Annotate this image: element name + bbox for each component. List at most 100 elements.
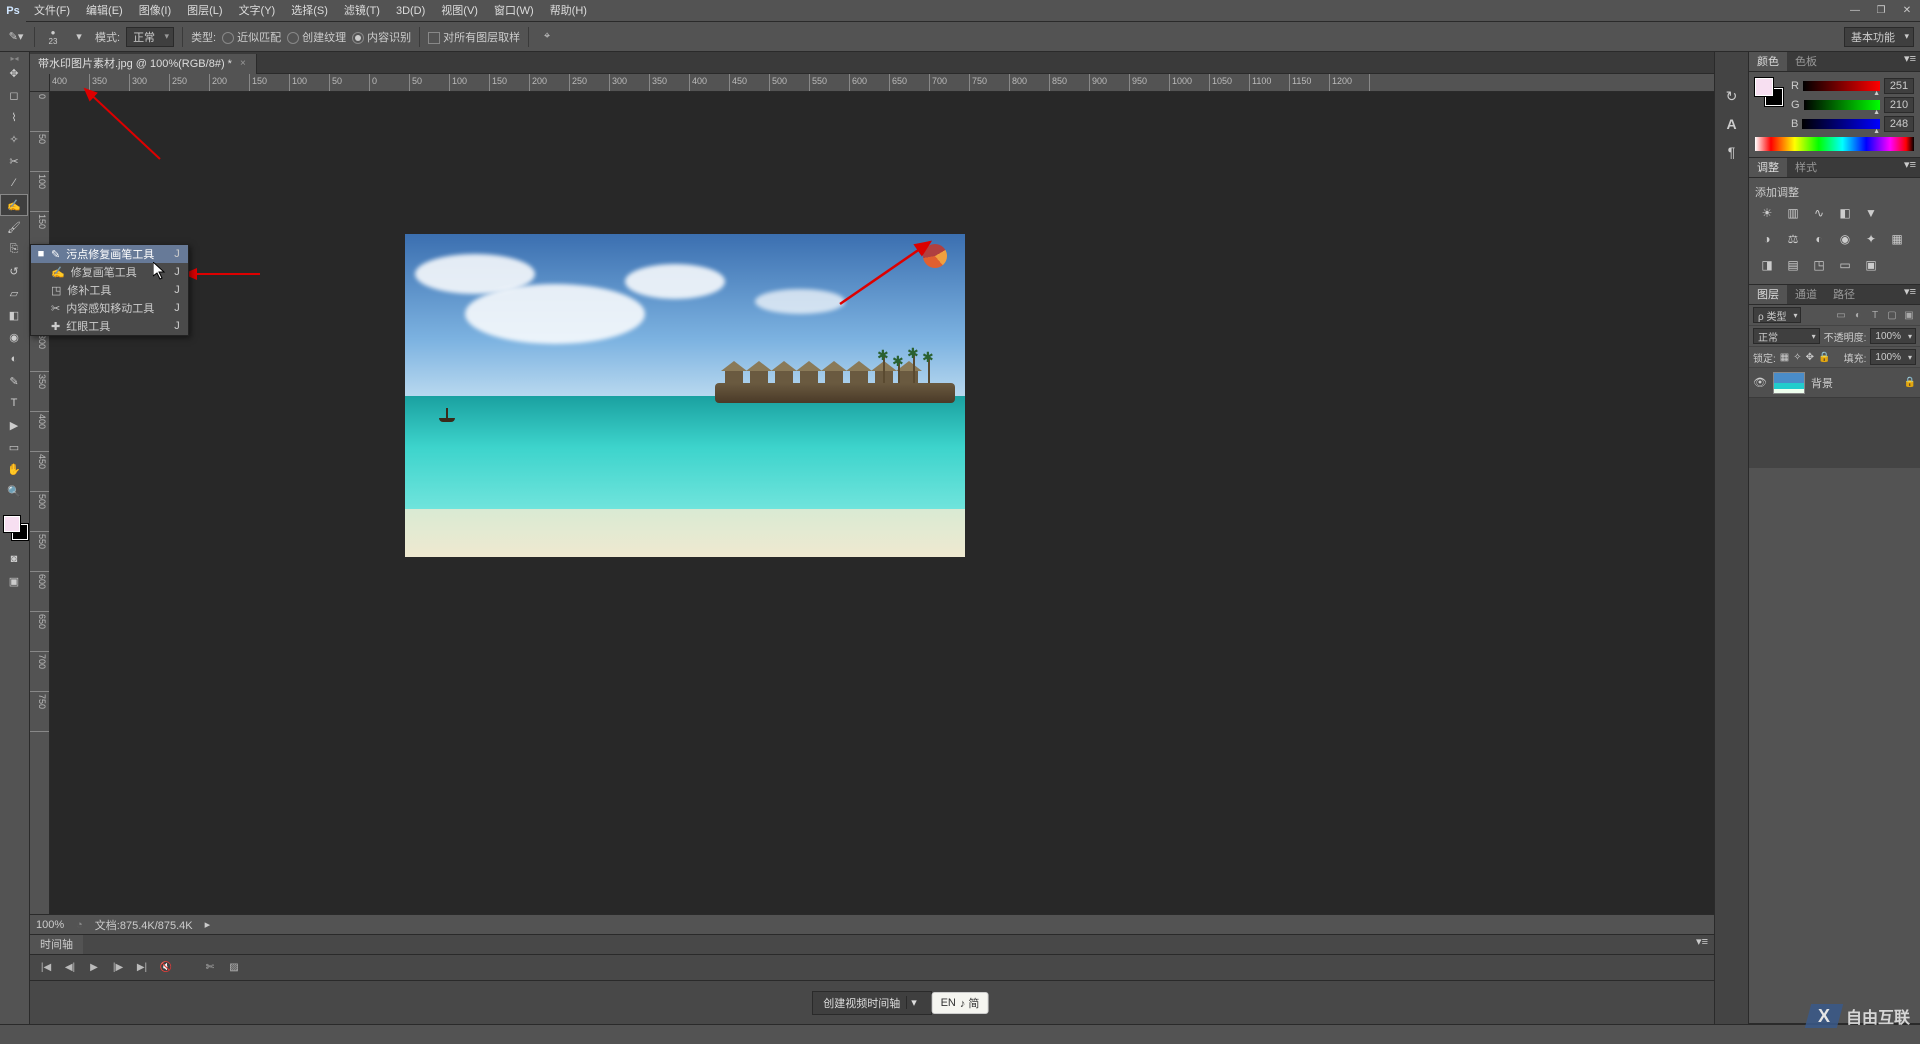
timeline-split-icon[interactable]: ✄ bbox=[202, 960, 218, 976]
filter-smart-icon[interactable]: ▣ bbox=[1902, 308, 1916, 322]
history-icon[interactable]: ↻ bbox=[1718, 82, 1746, 110]
spot-healing-tool[interactable]: ✍ bbox=[0, 194, 28, 216]
lock-transparency-icon[interactable]: ✥ bbox=[1806, 352, 1814, 363]
character-icon[interactable]: A bbox=[1718, 110, 1746, 138]
adj-exposure-icon[interactable]: ◧ bbox=[1835, 204, 1855, 222]
radio-texture[interactable]: 创建纹理 bbox=[287, 29, 346, 45]
pressure-icon[interactable]: ⌖ bbox=[537, 27, 557, 47]
type-tool[interactable]: T bbox=[0, 392, 28, 414]
lock-all-icon[interactable]: 🔒 bbox=[1818, 352, 1830, 363]
timeline-last-frame[interactable]: ▶| bbox=[134, 960, 150, 976]
menu-help[interactable]: 帮助(H) bbox=[542, 0, 595, 22]
blur-tool[interactable]: ◉ bbox=[0, 326, 28, 348]
eraser-tool[interactable]: ▱ bbox=[0, 282, 28, 304]
lock-position-icon[interactable]: ✧ bbox=[1793, 352, 1801, 363]
menu-window[interactable]: 窗口(W) bbox=[486, 0, 542, 22]
hand-tool[interactable]: ✋ bbox=[0, 458, 28, 480]
adj-posterize-icon[interactable]: ▤ bbox=[1783, 256, 1803, 274]
adj-photofilter-icon[interactable]: ◉ bbox=[1835, 230, 1855, 248]
flyout-red-eye[interactable]: ✚红眼工具J bbox=[31, 317, 188, 335]
workspace-selector[interactable]: 基本功能 bbox=[1844, 27, 1914, 47]
adj-colorbalance-icon[interactable]: ⚖ bbox=[1783, 230, 1803, 248]
panel-foreground-swatch[interactable] bbox=[1755, 78, 1773, 96]
timeline-play[interactable]: ▶ bbox=[86, 960, 102, 976]
g-slider[interactable] bbox=[1804, 100, 1880, 110]
radio-content-aware[interactable]: 内容识别 bbox=[352, 29, 411, 45]
move-tool[interactable]: ✥ bbox=[0, 62, 28, 84]
layer-name[interactable]: 背景 bbox=[1811, 375, 1833, 391]
adj-hue-icon[interactable]: ◑ bbox=[1757, 230, 1777, 248]
flyout-content-aware-move[interactable]: ✂内容感知移动工具J bbox=[31, 299, 188, 317]
adjustments-tab[interactable]: 调整 bbox=[1749, 158, 1787, 177]
adj-vibrance-icon[interactable]: ▼ bbox=[1861, 204, 1881, 222]
screen-mode-tool[interactable]: ▣ bbox=[0, 570, 28, 592]
ime-badge[interactable]: EN ♪ 简 bbox=[932, 992, 989, 1014]
history-brush-tool[interactable]: ↺ bbox=[0, 260, 28, 282]
filter-pixel-icon[interactable]: ▭ bbox=[1834, 308, 1848, 322]
styles-tab[interactable]: 样式 bbox=[1787, 158, 1825, 177]
adj-curves-icon[interactable]: ∿ bbox=[1809, 204, 1829, 222]
menu-view[interactable]: 视图(V) bbox=[433, 0, 486, 22]
blend-mode-dropdown[interactable]: 正常 bbox=[1753, 328, 1820, 344]
eyedropper-tool[interactable]: ⁄ bbox=[0, 172, 28, 194]
color-panel-menu-icon[interactable]: ▾≡ bbox=[1900, 52, 1920, 71]
layer-lock-icon[interactable]: 🔒 bbox=[1904, 377, 1916, 388]
maximize-button[interactable]: ❐ bbox=[1868, 1, 1894, 21]
zoom-tool[interactable]: 🔍 bbox=[0, 480, 28, 502]
brush-preview-icon[interactable]: ●23 bbox=[43, 27, 63, 47]
timeline-first-frame[interactable]: |◀ bbox=[38, 960, 54, 976]
menu-filter[interactable]: 滤镜(T) bbox=[336, 0, 388, 22]
file-info-menu-icon[interactable]: ▸ bbox=[205, 918, 211, 931]
paragraph-icon[interactable]: ¶ bbox=[1718, 138, 1746, 166]
adj-gradientmap-icon[interactable]: ▭ bbox=[1835, 256, 1855, 274]
radio-proximity[interactable]: 近似匹配 bbox=[222, 29, 281, 45]
adj-selectivecolor-icon[interactable]: ▣ bbox=[1861, 256, 1881, 274]
adj-bw-icon[interactable]: ◐ bbox=[1809, 230, 1829, 248]
layer-row-background[interactable]: 👁 背景 🔒 bbox=[1749, 368, 1920, 398]
shape-tool[interactable]: ▭ bbox=[0, 436, 28, 458]
lasso-tool[interactable]: ⌇ bbox=[0, 106, 28, 128]
close-button[interactable]: ✕ bbox=[1894, 1, 1920, 21]
lock-pixels-icon[interactable]: ▦ bbox=[1780, 352, 1789, 363]
adjustments-menu-icon[interactable]: ▾≡ bbox=[1900, 158, 1920, 177]
adj-levels-icon[interactable]: ▥ bbox=[1783, 204, 1803, 222]
paths-tab[interactable]: 路径 bbox=[1825, 285, 1863, 304]
adj-threshold-icon[interactable]: ◳ bbox=[1809, 256, 1829, 274]
g-value[interactable]: 210 bbox=[1884, 97, 1914, 113]
flyout-patch[interactable]: ◳修补工具J bbox=[31, 281, 188, 299]
create-video-timeline-button[interactable]: 创建视频时间轴 ▾ bbox=[812, 991, 932, 1015]
filter-type-icon[interactable]: T bbox=[1868, 308, 1882, 322]
foreground-swatch[interactable] bbox=[4, 516, 20, 532]
tool-preset-icon[interactable]: ✎▾ bbox=[6, 27, 26, 47]
menu-edit[interactable]: 编辑(E) bbox=[78, 0, 131, 22]
crop-tool[interactable]: ✂ bbox=[0, 150, 28, 172]
checkbox-all-layers[interactable]: 对所有图层取样 bbox=[428, 29, 520, 45]
zoom-menu-icon[interactable]: ◔ bbox=[76, 919, 83, 931]
adj-brightness-icon[interactable]: ☀ bbox=[1757, 204, 1777, 222]
flyout-spot-healing[interactable]: ■✎污点修复画笔工具J bbox=[31, 245, 188, 263]
timeline-next-frame[interactable]: |▶ bbox=[110, 960, 126, 976]
filter-shape-icon[interactable]: ▢ bbox=[1885, 308, 1899, 322]
ruler-horizontal[interactable]: 4003503002502001501005005010015020025030… bbox=[50, 74, 1714, 92]
zoom-value[interactable]: 100% bbox=[36, 919, 64, 931]
menu-3d[interactable]: 3D(D) bbox=[388, 0, 433, 22]
menu-type[interactable]: 文字(Y) bbox=[231, 0, 284, 22]
timeline-transition-icon[interactable]: ▨ bbox=[226, 960, 242, 976]
document-tab[interactable]: 带水印图片素材.jpg @ 100%(RGB/8#) * × bbox=[30, 54, 257, 74]
brush-tool[interactable]: 🖌 bbox=[0, 216, 28, 238]
path-selection-tool[interactable]: ▶ bbox=[0, 414, 28, 436]
minimize-button[interactable]: — bbox=[1842, 1, 1868, 21]
mode-dropdown[interactable]: 正常 bbox=[126, 27, 174, 47]
timeline-audio-icon[interactable]: 🔇 bbox=[158, 960, 174, 976]
layer-thumbnail[interactable] bbox=[1773, 372, 1805, 394]
menu-file[interactable]: 文件(F) bbox=[26, 0, 78, 22]
opacity-value[interactable]: 100% bbox=[1870, 328, 1916, 344]
menu-select[interactable]: 选择(S) bbox=[283, 0, 336, 22]
channels-tab[interactable]: 通道 bbox=[1787, 285, 1825, 304]
quick-mask-tool[interactable]: ◙ bbox=[0, 548, 28, 570]
magic-wand-tool[interactable]: ✧ bbox=[0, 128, 28, 150]
timeline-menu-icon[interactable]: ▾≡ bbox=[1690, 935, 1714, 954]
fill-value[interactable]: 100% bbox=[1870, 349, 1916, 365]
menu-layer[interactable]: 图层(L) bbox=[179, 0, 230, 22]
swatches-tab[interactable]: 色板 bbox=[1787, 52, 1825, 71]
